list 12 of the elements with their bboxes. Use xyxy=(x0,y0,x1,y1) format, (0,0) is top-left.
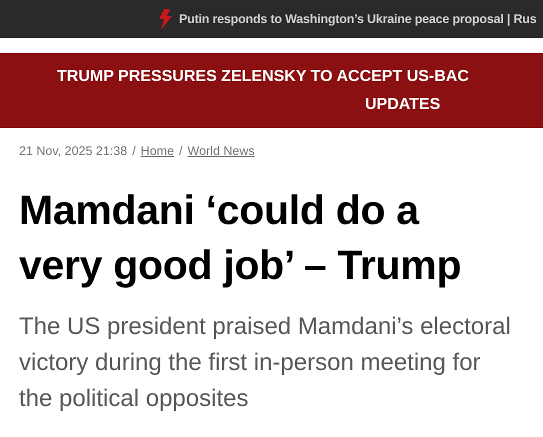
publish-date: 21 Nov, 2025 21:38 xyxy=(19,143,128,160)
breaking-news-banner[interactable]: TRUMP PRESSURES ZELENSKY TO ACCEPT US-BAC UPDATES xyxy=(0,53,543,128)
breadcrumb-separator: / xyxy=(179,143,182,160)
article-subtitle: The US president praised Mamdani’s electoral victory during the first in-person meeting for the political opposites xyxy=(19,312,512,414)
article-headline: Mamdani ‘could do a very good job’ – Trump xyxy=(19,186,462,290)
breadcrumb-link[interactable]: Home xyxy=(140,142,174,161)
breadcrumb-separator: / xyxy=(132,143,136,160)
ticker-headline[interactable]: Putin responds to Washington’s Ukraine peace proposal | Rus xyxy=(179,10,536,28)
lightning-bolt-icon xyxy=(159,8,172,30)
banner-headline: TRUMP PRESSURES ZELENSKY TO ACCEPT US-BAC xyxy=(57,66,470,86)
breadcrumb-link[interactable]: World News xyxy=(188,142,255,161)
banner-headline: UPDATES xyxy=(365,94,442,114)
